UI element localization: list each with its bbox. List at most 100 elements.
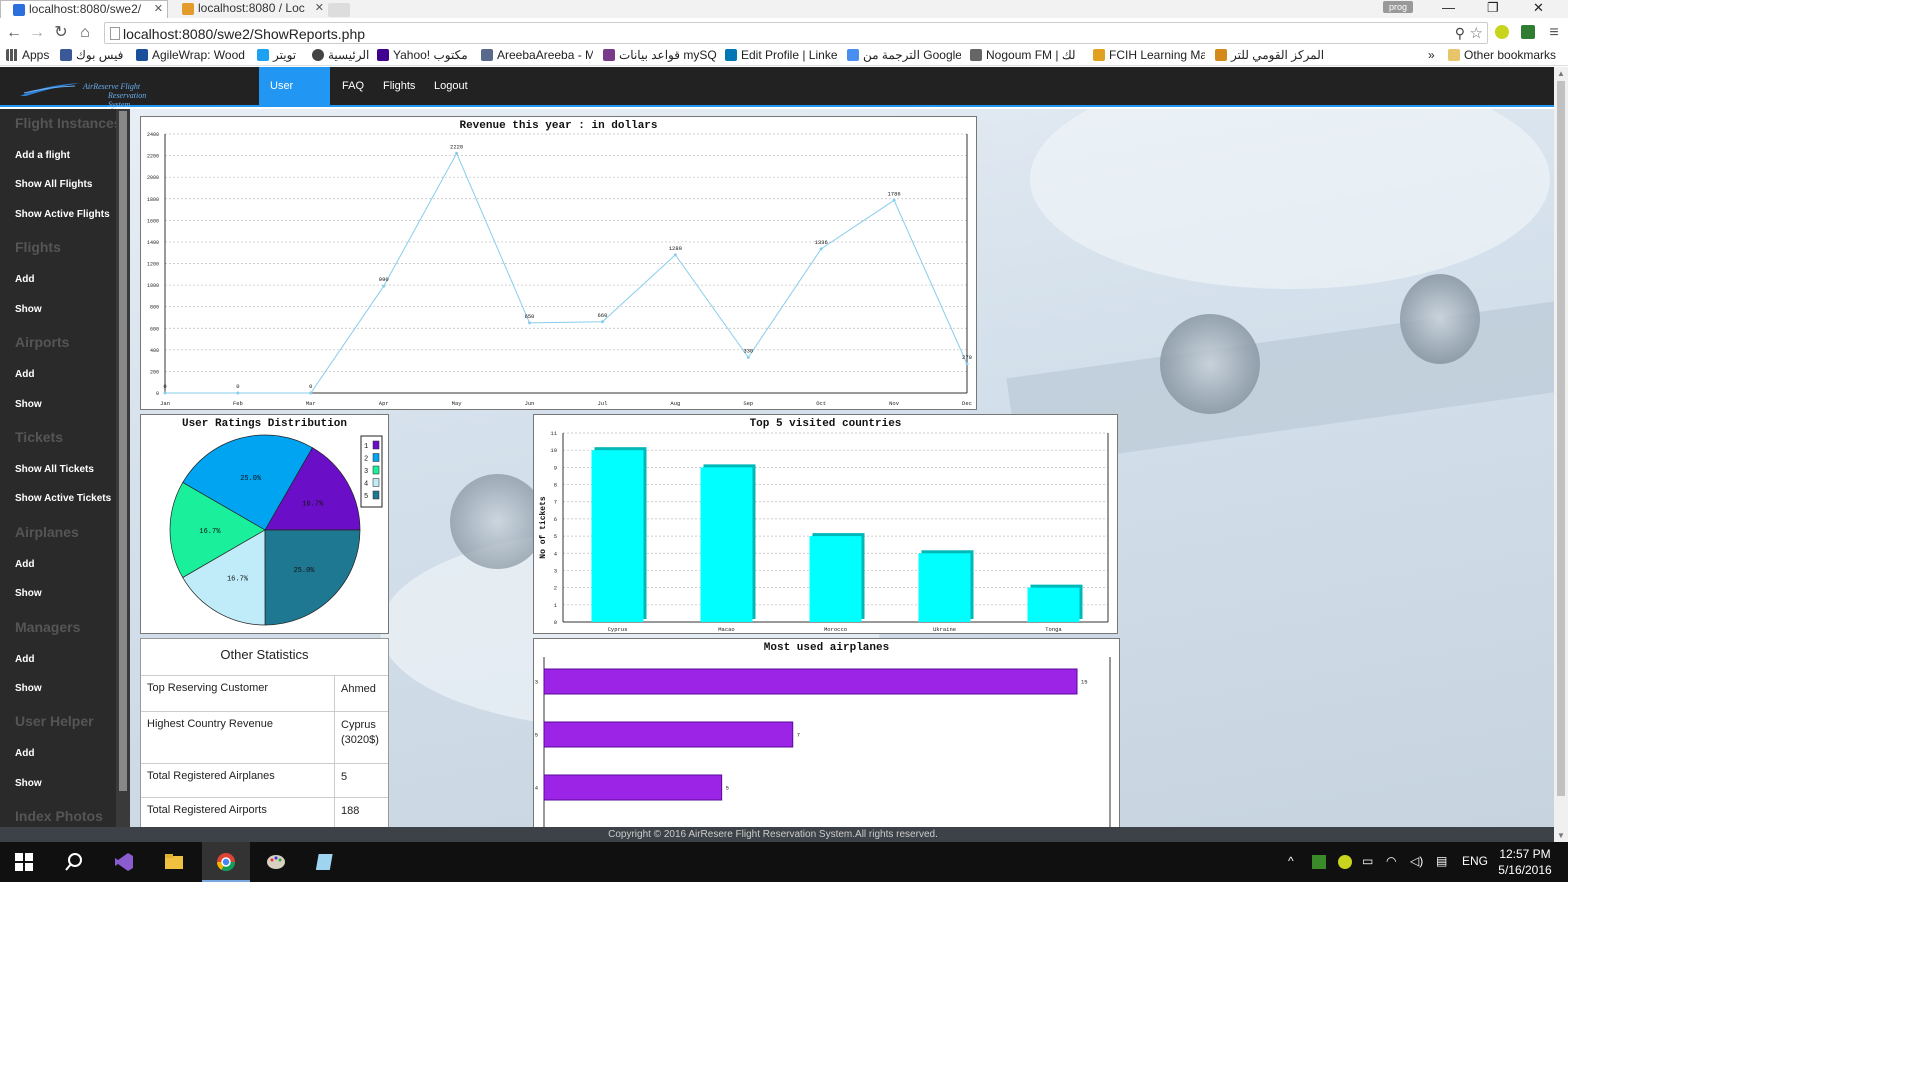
scroll-up-icon[interactable]: ▲ [1557,69,1565,78]
back-arrow-icon[interactable]: ← [5,24,23,42]
site-favicon-icon [13,4,25,16]
tray-app-icon[interactable] [1312,855,1326,869]
taskbar-file-explorer[interactable] [150,842,198,882]
taskbar-visual-studio[interactable] [100,842,148,882]
legend-label: 4 [364,481,368,489]
home-icon[interactable]: ⌂ [76,24,94,42]
bookmark-linkedin[interactable]: Edit Profile | Linke [725,48,837,62]
close-window-icon[interactable]: ✕ [1533,0,1544,16]
y-tick-label: 0 [554,619,557,626]
bookmarks-overflow[interactable]: » [1428,48,1435,62]
x-tick-label: Dec [962,400,972,407]
system-clock[interactable]: 12:57 PM 5/16/2016 [1494,846,1556,878]
legend-label: 3 [364,468,368,476]
bookmark-star-icon[interactable]: ☆ [1470,24,1483,42]
nav-faq[interactable]: FAQ [331,67,375,105]
chrome-menu-icon[interactable]: ≡ [1545,24,1563,42]
notifications-icon[interactable]: ▤ [1436,854,1447,868]
bar [918,553,971,622]
battery-icon[interactable]: ▭ [1362,854,1373,868]
bookmark-translate[interactable]: الترجمة من Google [847,48,961,62]
page-scrollbar[interactable]: ▲ ▼ [1554,67,1568,842]
bookmark-facebook[interactable]: فيس بوك [60,48,132,62]
download-extension-icon[interactable] [1521,25,1535,39]
sidebar-item-user-helper-add[interactable]: Add [15,748,34,759]
scroll-down-icon[interactable]: ▼ [1557,831,1565,840]
bookmark-yahoo[interactable]: Yahoo! مكتوب [377,48,471,62]
bookmark-apps[interactable]: Apps [6,48,49,62]
site-header: AirReserve Flight Reservation System Use… [0,67,1554,130]
y-tick-label: 3 [554,567,557,574]
sidebar-item-show-all-flights[interactable]: Show All Flights [15,179,92,190]
sidebar-item-managers-show[interactable]: Show [15,683,42,694]
sidebar-item-show-all-tickets[interactable]: Show All Tickets [15,464,94,475]
sidebar-item-flights-add[interactable]: Add [15,274,34,285]
language-indicator[interactable]: ENG [1462,854,1488,868]
site-logo[interactable]: AirReserve Flight Reservation System [20,79,155,109]
start-button[interactable] [0,842,48,882]
taskbar-notepad[interactable] [302,842,350,882]
sidebar-scrollbar[interactable] [116,109,130,827]
nav-flights[interactable]: Flights [372,67,426,105]
visual-studio-icon [115,853,133,871]
taskbar-chrome[interactable] [202,842,250,882]
tab-reports[interactable]: localhost:8080/swe2/ ✕ [0,0,168,18]
legend-swatch [372,490,380,500]
data-point [236,391,240,395]
show-hidden-icons[interactable]: ^ [1288,854,1294,868]
nav-user-panel[interactable]: User Panel [259,67,330,130]
wifi-icon[interactable]: ◠ [1386,854,1396,868]
forward-arrow-icon[interactable]: → [28,24,46,42]
bookmark-markaz[interactable]: المركز القومي للتر [1215,48,1333,62]
search-button[interactable] [50,842,98,882]
bookmark-nogoum[interactable]: Nogoum FM | لك [970,48,1082,62]
extension-icon[interactable] [1495,25,1509,39]
tab-phpmyadmin[interactable]: localhost:8080 / Loc ✕ [170,0,328,18]
sidebar-item-user-helper-show[interactable]: Show [15,778,42,789]
pie-slice [264,529,361,626]
sidebar-item-airports-add[interactable]: Add [15,369,34,380]
sidebar-item-add-flight[interactable]: Add a flight [15,150,70,161]
revenue-chart-panel: Revenue this year : in dollars 0 200 400 60… [140,116,977,410]
tray-extension-icon[interactable] [1338,855,1352,869]
volume-icon[interactable]: ◁) [1410,854,1423,868]
site-footer: Copyright © 2016 AirResere Flight Reserv… [0,827,1554,842]
other-bookmarks[interactable]: Other bookmarks [1448,48,1556,62]
reload-icon[interactable]: ↻ [52,24,70,42]
sidebar-item-show-active-flights[interactable]: Show Active Flights [15,209,110,220]
y-tick-label: 5 [554,533,557,540]
facebook-icon [60,49,72,61]
bookmark-twitter[interactable]: تويتر [257,48,305,62]
taskbar-paint[interactable] [252,842,300,882]
bookmark-fcih[interactable]: FCIH Learning Ma [1093,48,1205,62]
sidebar-scroll-thumb[interactable] [119,111,127,791]
data-point [965,362,969,366]
sidebar-item-flights-show[interactable]: Show [15,304,42,315]
restore-icon[interactable]: ❐ [1487,0,1499,16]
stat-value: 188 [341,805,360,817]
profile-badge[interactable]: prog [1383,1,1413,13]
address-bar[interactable]: localhost:8080/swe2/ShowReports.php ⚲ ☆ [104,22,1488,44]
bar [543,721,794,748]
new-tab-button[interactable] [328,3,350,17]
bookmark-mysql[interactable]: قواعد بيانات mySQL [603,48,717,62]
minimize-icon[interactable]: — [1442,0,1455,15]
page-info-icon[interactable] [110,27,120,40]
translate-icon [847,49,859,61]
bookmark-agilewrap[interactable]: AgileWrap: Wood [136,48,250,62]
close-tab-icon[interactable]: ✕ [154,2,163,15]
sidebar-item-managers-add[interactable]: Add [15,654,34,665]
nav-logout[interactable]: Logout [423,67,479,105]
y-tick-label: 1 [554,602,558,609]
sidebar-item-airplanes-add[interactable]: Add [15,559,34,570]
zoom-icon[interactable]: ⚲ [1455,25,1465,42]
page-scroll-thumb[interactable] [1557,81,1565,796]
browser-tabstrip: localhost:8080/swe2/ ✕ localhost:8080 / … [0,0,1568,18]
x-tick-label: Tonga [1045,626,1062,633]
sidebar-item-airplanes-show[interactable]: Show [15,588,42,599]
bookmark-main[interactable]: الرئيسية [312,48,372,62]
sidebar-item-show-active-tickets[interactable]: Show Active Tickets [15,493,111,504]
bookmark-areeba[interactable]: AreebaAreeba - M [481,48,593,62]
sidebar-item-airports-show[interactable]: Show [15,399,42,410]
close-tab-icon[interactable]: ✕ [315,1,324,14]
